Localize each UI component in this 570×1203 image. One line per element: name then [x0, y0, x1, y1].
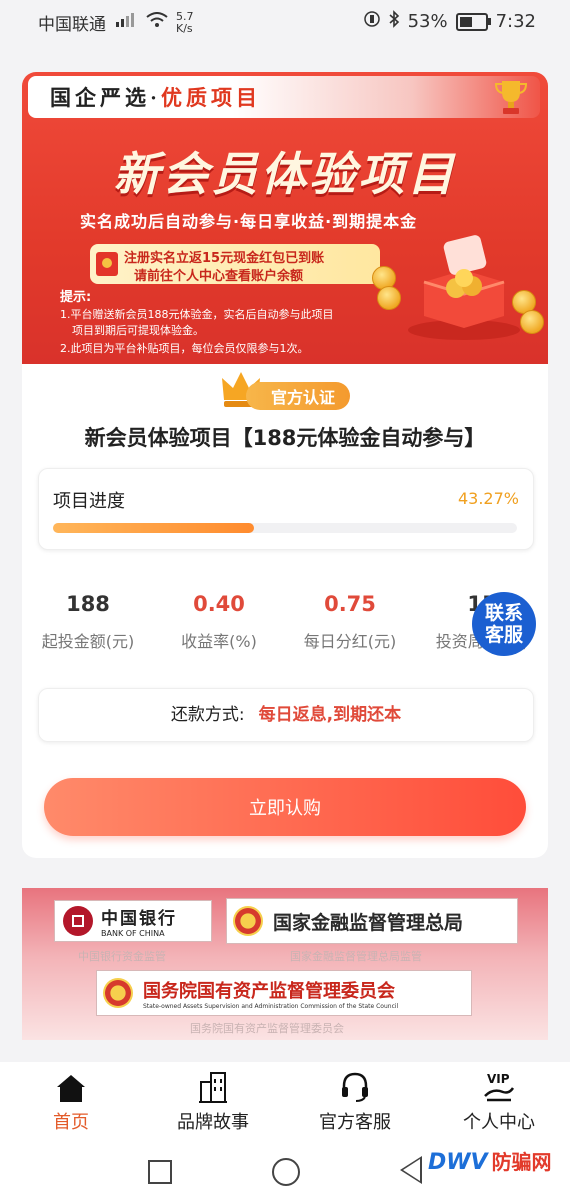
badge-label: 官方认证 — [246, 382, 350, 410]
tab-label: 官方客服 — [319, 1112, 391, 1133]
stat-label: 起投金额(元) — [41, 632, 135, 651]
vip-icon: VIP — [484, 1072, 515, 1102]
redpacket-line1: 注册实名立返15元现金红包已到账 — [124, 251, 325, 266]
repayment-method: 还款方式: 每日返息,到期还本 — [38, 688, 534, 742]
home-button[interactable] — [272, 1158, 300, 1186]
progress-panel: 项目进度 43.27% — [38, 468, 534, 550]
stat-daily-dividend: 0.75 每日分红(元) — [284, 592, 416, 652]
progress-fill — [53, 523, 254, 533]
stat-yield-rate: 0.40 收益率(%) — [153, 592, 285, 652]
building-icon — [199, 1072, 227, 1103]
bottom-tab-bar: 首页 品牌故事 官方客服 VIP 个人中心 — [0, 1062, 570, 1142]
stats-row: 188 起投金额(元) 0.40 收益率(%) 0.75 每日分红(元) 15 … — [22, 592, 548, 656]
repayment-key: 还款方式: — [170, 705, 245, 725]
clock: 7:32 — [495, 11, 536, 32]
progress-percent: 43.27% — [457, 489, 519, 508]
system-nav-bar: DWV 防骗网 — [0, 1142, 570, 1203]
bluetooth-icon — [388, 10, 400, 33]
tab-personal-center[interactable]: VIP 个人中心 — [428, 1068, 570, 1134]
tab-label: 首页 — [53, 1112, 89, 1133]
status-bar: 中国联通 5.7 K/s 53% 7:32 — [0, 0, 570, 40]
tab-label: 品牌故事 — [177, 1112, 249, 1133]
subscribe-button[interactable]: 立即认购 — [44, 778, 526, 836]
boc-english: BANK OF CHINA — [101, 929, 165, 938]
home-icon — [57, 1075, 85, 1102]
coin-icon — [520, 310, 544, 334]
watermark-brand: DWV — [428, 1150, 488, 1175]
headset-icon — [342, 1072, 368, 1102]
watermark: DWV 防骗网 — [428, 1146, 552, 1175]
stat-value: 0.75 — [324, 592, 376, 616]
sasac-logo-box: 国务院国有资产监督管理委员会 State-owned Assets Superv… — [96, 970, 472, 1016]
boc-logo-box: 中国银行 BANK OF CHINA — [54, 900, 212, 942]
gift-box-icon — [406, 232, 522, 342]
signal-icon — [114, 12, 138, 33]
sasac-caption: 国务院国有资产监督管理委员会 — [190, 1022, 344, 1035]
banner-header-right: 优质项目 — [161, 86, 262, 110]
boc-logo-icon — [63, 906, 93, 936]
national-emblem-icon — [233, 906, 263, 936]
redpacket-notice: 注册实名立返15元现金红包已到账 请前往个人中心查看账户余额 — [90, 244, 380, 284]
national-emblem-icon — [103, 978, 133, 1008]
redpacket-line2: 请前往个人中心查看账户余额 — [134, 269, 304, 284]
banner-title: 新会员体验项目 — [113, 147, 457, 201]
tab-official-service[interactable]: 官方客服 — [284, 1068, 426, 1134]
stat-label: 收益率(%) — [181, 632, 257, 651]
boc-name: 中国银行 — [101, 909, 177, 928]
regulators-panel: 中国银行 BANK OF CHINA 中国银行资金监管 国家金融监督管理总局 国… — [22, 888, 548, 1040]
project-card: 国企严选· 优质项目 新会员体验项目 实名成功后自动参与·每日享收益·到期提本金… — [22, 72, 548, 858]
stat-value: 188 — [66, 592, 110, 616]
tab-home[interactable]: 首页 — [0, 1068, 142, 1134]
wifi-icon — [146, 12, 168, 33]
tips-title: 提示: — [60, 290, 92, 305]
tab-brand-story[interactable]: 品牌故事 — [142, 1068, 284, 1134]
coin-icon — [377, 286, 401, 310]
progress-label: 项目进度 — [53, 491, 125, 512]
banner-header-left: 国企严选· — [50, 86, 162, 110]
tab-label: 个人中心 — [463, 1112, 535, 1133]
stat-min-investment: 188 起投金额(元) — [22, 592, 154, 652]
banner-header: 国企严选· 优质项目 — [28, 76, 540, 118]
trophy-icon — [494, 81, 528, 114]
tip1-line2: 项目到期后可提现体验金。 — [72, 324, 204, 337]
nfra-name: 国家金融监督管理总局 — [273, 911, 464, 934]
stat-label: 每日分红(元) — [303, 632, 397, 651]
net-speed: 5.7 K/s — [176, 9, 194, 35]
back-button[interactable] — [400, 1156, 422, 1184]
carrier-name: 中国联通 — [38, 15, 106, 35]
redpacket-icon — [96, 252, 118, 276]
vibrate-icon — [363, 11, 380, 32]
official-certified-badge: 官方认证 — [220, 370, 352, 412]
stat-value: 0.40 — [193, 592, 245, 616]
recents-button[interactable] — [148, 1160, 172, 1184]
project-title: 新会员体验项目【188元体验金自动参与】 — [84, 426, 486, 450]
boc-caption: 中国银行资金监管 — [78, 950, 166, 963]
battery-percent: 53% — [407, 11, 448, 32]
tip2: 2.此项目为平台补贴项目，每位会员仅限参与1次。 — [60, 342, 309, 355]
repayment-value: 每日返息,到期还本 — [258, 705, 402, 725]
svg-text:VIP: VIP — [487, 1072, 510, 1086]
sasac-english: State-owned Assets Supervision and Admin… — [143, 1002, 399, 1010]
battery-icon — [455, 12, 491, 31]
tip1-line1: 1.平台赠送新会员188元体验金，实名后自动参与此项目 — [60, 308, 334, 321]
banner-subtitle: 实名成功后自动参与·每日享收益·到期提本金 — [80, 212, 418, 231]
customer-service-label: 联系 客服 — [484, 602, 523, 646]
promo-banner: 国企严选· 优质项目 新会员体验项目 实名成功后自动参与·每日享收益·到期提本金… — [22, 72, 548, 364]
progress-track — [53, 523, 517, 533]
nfra-caption: 国家金融监督管理总局监管 — [290, 950, 422, 963]
sasac-name: 国务院国有资产监督管理委员会 — [143, 980, 395, 1002]
customer-service-float-button[interactable]: 联系 客服 — [472, 592, 536, 656]
nfra-logo-box: 国家金融监督管理总局 — [226, 898, 518, 944]
watermark-text: 防骗网 — [491, 1150, 552, 1174]
